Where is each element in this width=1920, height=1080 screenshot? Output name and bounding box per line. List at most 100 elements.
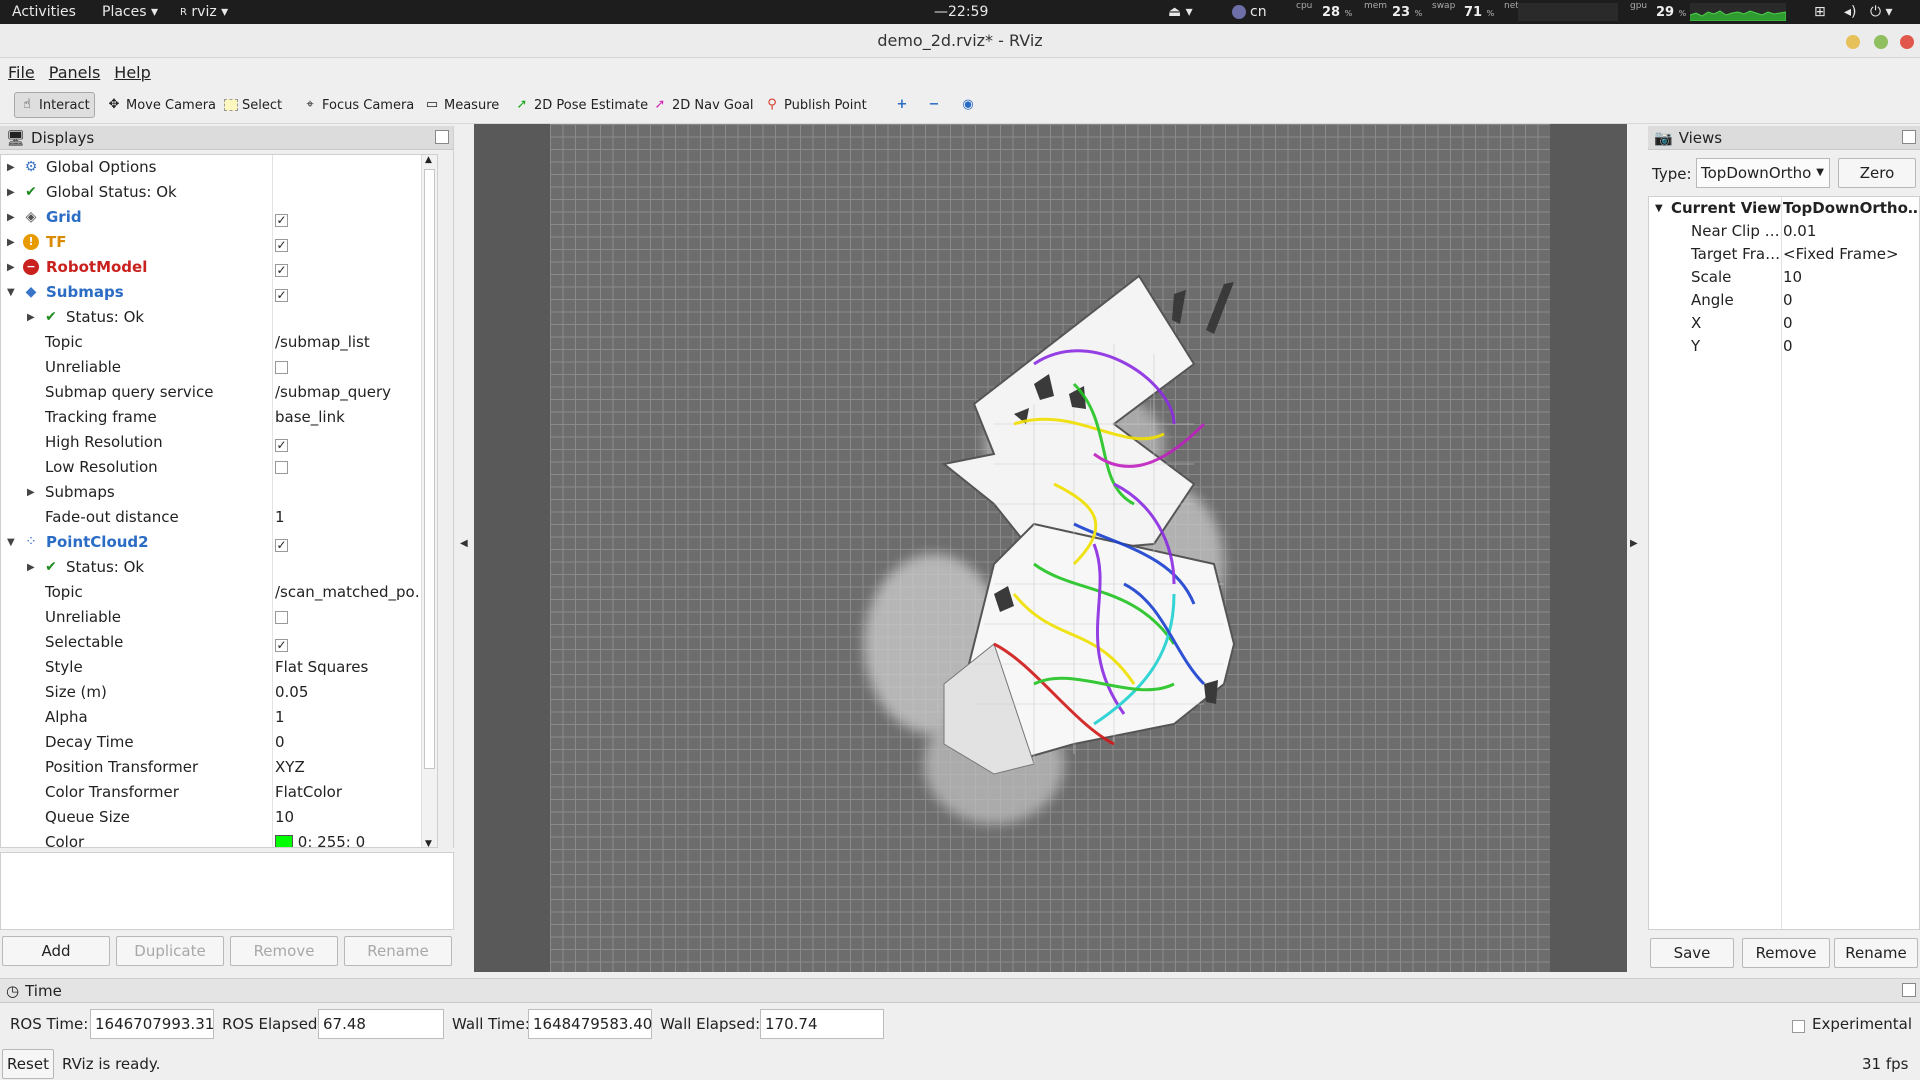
tree-row-color[interactable]: Color 0; 255; 0 <box>1 830 437 847</box>
robotmodel-enabled-checkbox[interactable]: ✓ <box>275 255 433 280</box>
reset-button[interactable]: Reset <box>2 1049 54 1079</box>
rename-view-button[interactable]: Rename <box>1834 938 1918 968</box>
views-tree[interactable]: ▼ Current View TopDownOrtho… Near Clip … 0.… <box>1648 196 1920 930</box>
tree-row-grid[interactable]: ▶ ◈ Grid ✓ <box>1 205 437 230</box>
remove-display-button[interactable]: Remove <box>230 936 338 966</box>
tree-row-pointcloud2[interactable]: ▼ ⁘ PointCloud2 ✓ <box>1 530 437 555</box>
tree-row-submaps-child[interactable]: ▶ Submaps <box>1 480 437 505</box>
power-icon[interactable]: ⏻ ▾ <box>1870 0 1893 24</box>
tree-row-pointcloud-unreliable[interactable]: Unreliable <box>1 605 437 630</box>
menu-panels[interactable]: Panels <box>49 63 101 82</box>
maximize-button[interactable] <box>1874 35 1888 49</box>
grid-enabled-checkbox[interactable]: ✓ <box>275 205 433 230</box>
remove-view-button[interactable]: Remove <box>1742 938 1830 968</box>
tree-row-position-transformer[interactable]: Position Transformer XYZ <box>1 755 437 780</box>
view-type-select[interactable]: TopDownOrtho ▼ <box>1696 158 1830 188</box>
tree-row-pointcloud-topic[interactable]: Topic/scan_matched_poi… <box>1 580 437 605</box>
rename-display-button[interactable]: Rename <box>344 936 452 966</box>
unreliable-checkbox[interactable] <box>275 605 433 630</box>
nav-goal-tool[interactable]: ➚ 2D Nav Goal <box>648 92 758 118</box>
collapse-arrow-icon[interactable]: ▼ <box>7 530 17 555</box>
high-resolution-checkbox[interactable]: ✓ <box>275 430 433 455</box>
move-camera-tool[interactable]: ✥ Move Camera <box>102 92 220 118</box>
undock-button[interactable] <box>1902 983 1916 997</box>
wall-time-field[interactable]: 1648479583.40 <box>528 1009 652 1039</box>
duplicate-display-button[interactable]: Duplicate <box>116 936 224 966</box>
tree-row-size[interactable]: Size (m) 0.05 <box>1 680 437 705</box>
wall-elapsed-field[interactable]: 170.74 <box>760 1009 884 1039</box>
tree-row-color-transformer[interactable]: Color Transformer FlatColor <box>1 780 437 805</box>
tree-row-submap-query-service[interactable]: Submap query service/submap_query <box>1 380 437 405</box>
expand-arrow-icon[interactable]: ▶ <box>7 155 17 180</box>
ros-elapsed-field[interactable]: 67.48 <box>318 1009 444 1039</box>
expand-arrow-icon[interactable]: ▶ <box>7 255 17 280</box>
tree-row-pointcloud-status[interactable]: ▶ ✔ Status: Ok <box>1 555 437 580</box>
menu-file[interactable]: File <box>8 63 35 82</box>
tree-row-submaps[interactable]: ▼ ◆ Submaps ✓ <box>1 280 437 305</box>
collapse-arrow-icon[interactable]: ▼ <box>1655 197 1663 220</box>
eject-icon[interactable]: ⏏ ▾ <box>1168 0 1193 24</box>
undock-button[interactable] <box>1902 130 1916 144</box>
tree-row-queue-size[interactable]: Queue Size 10 <box>1 805 437 830</box>
undock-button[interactable] <box>435 130 449 144</box>
focus-camera-tool[interactable]: ⌖ Focus Camera <box>298 92 418 118</box>
collapse-left-panel-icon[interactable]: ◀ <box>460 538 468 549</box>
network-icon[interactable]: ⊞ <box>1814 0 1826 24</box>
view-prop-y[interactable]: Y0 <box>1649 335 1920 358</box>
expand-arrow-icon[interactable]: ▶ <box>27 305 37 330</box>
view-prop-near-clip[interactable]: Near Clip … 0.01 <box>1649 220 1920 243</box>
tree-row-style[interactable]: Style Flat Squares <box>1 655 437 680</box>
scroll-up-icon[interactable]: ▲ <box>425 155 432 165</box>
color-swatch[interactable] <box>275 834 293 847</box>
view-prop-target-frame[interactable]: Target Fra… <Fixed Frame> <box>1649 243 1920 266</box>
tree-row-submaps-status[interactable]: ▶ ✔ Status: Ok <box>1 305 437 330</box>
tree-row-decay-time[interactable]: Decay Time 0 <box>1 730 437 755</box>
tree-row-submaps-unreliable[interactable]: Unreliable <box>1 355 437 380</box>
tree-row-tracking-frame[interactable]: Tracking frame base_link <box>1 405 437 430</box>
publish-point-tool[interactable]: ⚲ Publish Point <box>760 92 871 118</box>
scroll-thumb[interactable] <box>424 169 435 769</box>
places-menu[interactable]: Places ▾ <box>102 0 158 24</box>
remove-tool-button[interactable]: − <box>922 92 946 118</box>
camera-type-button[interactable]: ◉ <box>956 92 980 118</box>
interact-tool[interactable]: ☝ Interact <box>14 92 95 118</box>
pose-estimate-tool[interactable]: ➚ 2D Pose Estimate <box>510 92 652 118</box>
tree-row-global-options[interactable]: ▶ ⚙ Global Options <box>1 155 437 180</box>
view-prop-scale[interactable]: Scale 10 <box>1649 266 1920 289</box>
tree-row-global-status[interactable]: ▶ ✔ Global Status: Ok <box>1 180 437 205</box>
tree-row-fade-out-distance[interactable]: Fade-out distance 1 <box>1 505 437 530</box>
expand-arrow-icon[interactable]: ▶ <box>27 480 37 505</box>
keyboard-layout[interactable]: cn <box>1232 0 1267 24</box>
displays-tree[interactable]: ▶ ⚙ Global Options ▶ ✔ Global Status: Ok ▶ ◈ G… <box>0 154 438 848</box>
close-button[interactable] <box>1900 35 1914 49</box>
pointcloud2-enabled-checkbox[interactable]: ✓ <box>275 530 433 555</box>
app-menu[interactable]: R rviz ▾ <box>180 0 228 24</box>
zero-view-button[interactable]: Zero <box>1838 158 1916 188</box>
displays-scrollbar[interactable]: ▲ ▼ <box>421 155 437 847</box>
collapse-arrow-icon[interactable]: ▼ <box>7 280 17 305</box>
expand-arrow-icon[interactable]: ▶ <box>7 180 17 205</box>
clock[interactable]: — 22:59 <box>934 0 988 24</box>
tree-row-alpha[interactable]: Alpha 1 <box>1 705 437 730</box>
unreliable-checkbox[interactable] <box>275 355 433 380</box>
expand-arrow-icon[interactable]: ▶ <box>27 555 37 580</box>
tree-row-tf[interactable]: ▶! TF ✓ <box>1 230 437 255</box>
tree-row-high-resolution[interactable]: High Resolution ✓ <box>1 430 437 455</box>
tree-row-selectable[interactable]: Selectable ✓ <box>1 630 437 655</box>
tree-row-current-view[interactable]: ▼ Current View TopDownOrtho… <box>1649 197 1920 220</box>
experimental-checkbox[interactable] <box>1792 1017 1805 1035</box>
select-tool[interactable]: Select <box>220 92 286 118</box>
add-tool-button[interactable]: + <box>890 92 914 118</box>
measure-tool[interactable]: ▭ Measure <box>420 92 503 118</box>
tree-row-low-resolution[interactable]: Low Resolution <box>1 455 437 480</box>
tf-enabled-checkbox[interactable]: ✓ <box>275 230 433 255</box>
view-prop-angle[interactable]: Angle 0 <box>1649 289 1920 312</box>
activities-button[interactable]: Activities <box>12 0 76 24</box>
expand-arrow-icon[interactable]: ▶ <box>7 230 17 255</box>
tree-row-submaps-topic[interactable]: Topic/submap_list <box>1 330 437 355</box>
low-resolution-checkbox[interactable] <box>275 455 433 480</box>
ros-time-field[interactable]: 1646707993.31 <box>90 1009 214 1039</box>
volume-icon[interactable]: ◂) <box>1844 0 1857 24</box>
selectable-checkbox[interactable]: ✓ <box>275 630 433 655</box>
add-display-button[interactable]: Add <box>2 936 110 966</box>
